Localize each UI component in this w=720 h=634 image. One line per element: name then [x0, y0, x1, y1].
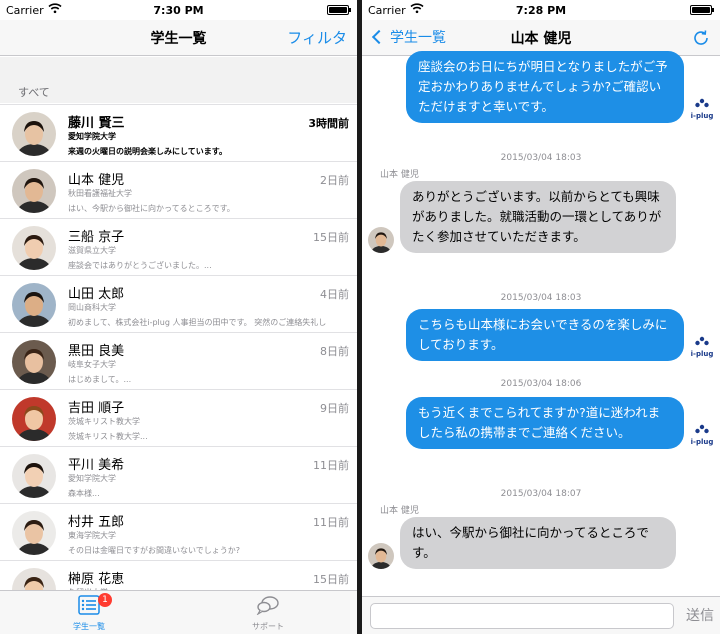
- relative-time: 8日前: [320, 345, 349, 358]
- chat-screen: Carrier 7:28 PM 学生一覧 山本 健児 座談会のお日にちが明日とな…: [362, 0, 720, 634]
- student-school: 愛知学院大学: [68, 474, 116, 483]
- student-name: 榊原 花恵: [68, 572, 125, 587]
- send-button[interactable]: 送信: [686, 605, 714, 625]
- sender-name: 山本 健児: [380, 170, 419, 180]
- avatar: [12, 454, 56, 498]
- message-preview: 初めまして、株式会社i-plug 人事担当の田中です。 突然のご連絡失礼し: [68, 318, 327, 327]
- message-timestamp: 2015/03/04 18:07: [500, 489, 582, 499]
- relative-time: 11日前: [313, 459, 349, 472]
- avatar: [12, 169, 56, 213]
- message-preview: その日は金曜日ですがお間違いないでしょうか?: [68, 546, 241, 555]
- status-bar: Carrier 7:30 PM: [0, 0, 357, 20]
- status-time: 7:30 PM: [153, 4, 204, 17]
- outgoing-message-bubble: 座談会のお日にちが明日となりましたがご予定おかわりありませんでしょうか?ご確認い…: [406, 51, 684, 123]
- tab-students-label: 学生一覧: [73, 622, 105, 631]
- relative-time: 15日前: [313, 231, 349, 244]
- avatar: [12, 511, 56, 555]
- relative-time: 11日前: [313, 516, 349, 529]
- refresh-icon[interactable]: [692, 29, 710, 51]
- student-school: 岐阜女子大学: [68, 360, 116, 369]
- student-school: 愛知学院大学: [68, 132, 116, 141]
- unread-badge: 1: [98, 593, 112, 607]
- student-row[interactable]: 藤川 賢三 愛知学院大学来週の火曜日の説明会楽しみにしています。 3時間前: [0, 104, 357, 161]
- student-row[interactable]: 村井 五郎 東海学院大学その日は金曜日ですがお間違いないでしょうか? 11日前: [0, 503, 357, 560]
- relative-time: 2日前: [320, 174, 349, 187]
- incoming-message-bubble: ありがとうございます。以前からとても興味がありました。就職活動の一環としてありが…: [400, 181, 676, 253]
- sender-name: 山本 健児: [380, 506, 419, 516]
- i-plug-logo: i-plug: [688, 331, 716, 358]
- list-icon: [78, 595, 100, 619]
- avatar: [368, 227, 394, 253]
- student-list-screen: Carrier 7:30 PM 学生一覧 フィルタ すべて 藤川 賢三 愛知学院大…: [0, 0, 357, 634]
- relative-time: 15日前: [313, 573, 349, 586]
- student-row[interactable]: 三船 京子 滋賀県立大学座談会ではありがとうございました。... 15日前: [0, 218, 357, 275]
- outgoing-message-bubble: もう近くまでこられてますか?道に迷われましたら私の携帯までご連絡ください。: [406, 397, 684, 449]
- student-name: 黒田 良美: [68, 344, 125, 359]
- status-time: 7:28 PM: [515, 4, 567, 17]
- student-school: 岡山商科大学: [68, 303, 116, 312]
- tab-bar: 1 学生一覧 サポート: [0, 590, 357, 634]
- student-school: 滋賀県立大学: [68, 246, 116, 255]
- message-input-bar: 送信: [362, 596, 720, 634]
- student-name: 村井 五郎: [68, 515, 125, 530]
- tab-students[interactable]: 1 学生一覧: [34, 593, 144, 632]
- student-school: 東海学院大学: [68, 531, 116, 540]
- student-name: 吉田 順子: [68, 401, 125, 416]
- tab-support-label: サポート: [252, 622, 284, 631]
- message-preview: 座談会ではありがとうございました。...: [68, 261, 212, 270]
- message-preview: はじめまして。...: [68, 375, 132, 384]
- avatar: [368, 543, 394, 569]
- student-school: 秋田看護福祉大学: [68, 189, 132, 198]
- student-row[interactable]: 吉田 順子 茨城キリスト教大学 茨城キリスト教大学... 9日前: [0, 389, 357, 446]
- relative-time: 3時間前: [308, 117, 349, 130]
- student-name: 平川 美希: [68, 458, 125, 473]
- avatar: [12, 112, 56, 156]
- chat-title: 山本 健児: [510, 31, 572, 47]
- battery-icon: [690, 5, 714, 15]
- outgoing-message-bubble: こちらも山本様にお会いできるのを楽しみにしております。: [406, 309, 684, 361]
- message-preview: 茨城キリスト教大学...: [68, 432, 148, 441]
- i-plug-logo: i-plug: [688, 419, 716, 446]
- status-bar: Carrier 7:28 PM: [362, 0, 720, 20]
- section-label: すべて: [18, 86, 50, 99]
- student-list: 藤川 賢三 愛知学院大学 来週の火曜日の説明会楽しみにしています。 3時間前 山本 健児…: [0, 104, 357, 617]
- message-preview: 来週の火曜日の説明会楽しみにしています。: [68, 147, 227, 156]
- message-list: 座談会のお日にちが明日となりましたがご予定おかわりありませんでしょうか?ご確認い…: [362, 51, 720, 596]
- student-name: 三船 京子: [68, 230, 125, 245]
- avatar: [12, 340, 56, 384]
- student-name: 山田 太郎: [68, 287, 125, 302]
- student-row[interactable]: 黒田 良美 岐阜女子大学はじめまして。... 8日前: [0, 332, 357, 389]
- battery-icon: [327, 5, 351, 15]
- relative-time: 4日前: [320, 288, 349, 301]
- tab-support[interactable]: サポート: [213, 595, 323, 632]
- message-timestamp: 2015/03/04 18:03: [500, 153, 582, 163]
- message-input[interactable]: [370, 603, 674, 629]
- student-row[interactable]: 山本 健児 秋田看護福祉大学はい、今駅から御社に向かってるところです。 2日前: [0, 161, 357, 218]
- nav-bar: 学生一覧 フィルタ: [0, 20, 357, 56]
- avatar: [12, 283, 56, 327]
- relative-time: 9日前: [320, 402, 349, 415]
- avatar: [12, 226, 56, 270]
- i-plug-logo: i-plug: [688, 93, 716, 120]
- message-preview: はい、今駅から御社に向かってるところです。: [68, 204, 235, 213]
- chat-bubbles-icon: [256, 596, 280, 619]
- student-school: 茨城キリスト教大学: [68, 417, 140, 426]
- student-row[interactable]: 山田 太郎 岡山商科大学初めまして、株式会社i-plug 人事担当の田中です。 突…: [0, 275, 357, 332]
- message-timestamp: 2015/03/04 18:03: [500, 293, 582, 303]
- filter-button[interactable]: フィルタ: [287, 27, 347, 48]
- incoming-message-bubble: はい、今駅から御社に向かってるところです。: [400, 517, 676, 569]
- section-header: [0, 57, 357, 103]
- message-timestamp: 2015/03/04 18:06: [500, 379, 582, 389]
- avatar: [12, 397, 56, 441]
- student-row[interactable]: 平川 美希 愛知学院大学 森本様... 11日前: [0, 446, 357, 503]
- message-preview: 森本様...: [68, 489, 100, 498]
- student-name: 藤川 賢三: [68, 116, 125, 131]
- student-name: 山本 健児: [68, 173, 125, 188]
